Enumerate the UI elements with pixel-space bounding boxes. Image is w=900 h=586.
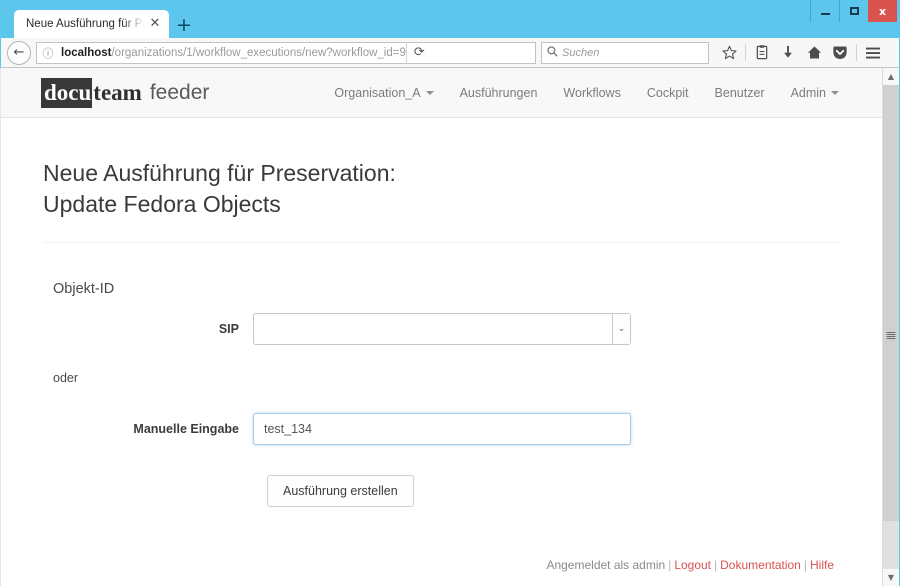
pocket-icon[interactable]: [828, 41, 852, 65]
toolbar-icons: [717, 41, 885, 65]
scrollbar-grip-icon: [887, 332, 896, 339]
brand-part-team: team: [92, 80, 142, 106]
browser-toolbar: ← ⓘ localhost/organizations/1/workflow_e…: [1, 38, 899, 68]
title-bar: x Neue Ausführung für Preservatio ✕ +: [0, 0, 900, 38]
execution-form: Objekt-ID SIP ⌄ oder Manuelle Eingabe t: [43, 281, 840, 507]
logged-in-text: Angemeldet als admin: [546, 558, 665, 572]
or-row: oder: [53, 353, 840, 405]
manual-input-row: Manuelle Eingabe test_134: [53, 413, 840, 445]
downloads-icon[interactable]: [776, 41, 800, 65]
footer-sep-2: |: [711, 558, 720, 572]
window-controls: x: [810, 0, 897, 22]
nav-item-benutzer[interactable]: Benutzer: [702, 78, 778, 108]
brand-part-feeder: feeder: [142, 81, 210, 105]
submit-row: Ausführung erstellen: [53, 475, 840, 507]
close-icon[interactable]: ✕: [147, 16, 163, 32]
url-host: localhost: [61, 47, 111, 59]
toolbar-divider: [745, 44, 746, 61]
sip-select[interactable]: ⌄: [253, 313, 631, 345]
brand-logo[interactable]: docuteamfeeder: [41, 78, 209, 108]
tab-strip: Neue Ausführung für Preservatio ✕ +: [14, 10, 199, 38]
vertical-scrollbar[interactable]: ▲ ▼: [882, 68, 899, 586]
logout-link[interactable]: Logout: [674, 558, 711, 572]
sip-row: SIP ⌄: [53, 313, 840, 345]
chevron-down-icon-select[interactable]: ⌄: [612, 314, 630, 344]
sip-label: SIP: [53, 322, 253, 336]
footer-sep-3: |: [801, 558, 810, 572]
browser-window: x Neue Ausführung für Preservatio ✕ + ← …: [0, 0, 900, 586]
brand-part-docu: docu: [41, 78, 92, 108]
manual-input-field[interactable]: test_134: [253, 413, 631, 445]
manual-input-label: Manuelle Eingabe: [53, 422, 253, 436]
title-divider: [43, 242, 840, 243]
address-bar[interactable]: ⓘ localhost/organizations/1/workflow_exe…: [36, 42, 536, 64]
chevron-down-icon: [426, 91, 434, 95]
search-input[interactable]: Suchen: [562, 47, 599, 59]
help-link[interactable]: Hilfe: [810, 558, 834, 572]
site-navigation: Organisation_A Ausführungen Workflows Co…: [321, 78, 852, 108]
site-header: docuteamfeeder Organisation_A Ausführung…: [1, 68, 882, 118]
minimize-button[interactable]: [810, 0, 839, 22]
scrollbar-track[interactable]: [883, 85, 899, 569]
toolbar-divider-2: [856, 44, 857, 61]
nav-item-workflows[interactable]: Workflows: [550, 78, 633, 108]
nav-item-admin[interactable]: Admin: [778, 78, 852, 108]
documentation-link[interactable]: Dokumentation: [720, 558, 801, 572]
info-icon[interactable]: ⓘ: [37, 45, 59, 61]
reload-icon[interactable]: ⟳: [406, 42, 432, 64]
scroll-down-icon[interactable]: ▼: [883, 569, 899, 586]
nav-item-cockpit[interactable]: Cockpit: [634, 78, 702, 108]
maximize-button[interactable]: [839, 0, 868, 22]
search-bar[interactable]: Suchen: [541, 42, 709, 64]
page-viewport: docuteamfeeder Organisation_A Ausführung…: [0, 68, 899, 586]
url-path: /organizations/1/workflow_executions/new…: [111, 47, 405, 59]
nav-item-ausfuehrungen[interactable]: Ausführungen: [447, 78, 551, 108]
nav-item-organisation[interactable]: Organisation_A: [321, 78, 446, 108]
nav-label-admin: Admin: [791, 86, 826, 100]
nav-label-organisation: Organisation_A: [334, 86, 420, 100]
page-title: Neue Ausführung für Preservation: Update…: [43, 158, 840, 242]
or-text: oder: [53, 371, 78, 385]
footer-sep-1: |: [665, 558, 674, 572]
page-content: Neue Ausführung für Preservation: Update…: [1, 118, 882, 586]
close-window-button[interactable]: x: [868, 0, 897, 22]
browser-tab[interactable]: Neue Ausführung für Preservatio ✕: [14, 10, 169, 38]
menu-icon[interactable]: [861, 41, 885, 65]
home-icon[interactable]: [802, 41, 826, 65]
bookmark-star-icon[interactable]: [717, 41, 741, 65]
search-icon: [542, 46, 562, 60]
sip-select-value: [254, 314, 612, 344]
form-group-label: Objekt-ID: [53, 281, 840, 297]
library-icon[interactable]: [750, 41, 774, 65]
web-page: docuteamfeeder Organisation_A Ausführung…: [1, 68, 882, 586]
new-tab-button[interactable]: +: [169, 12, 199, 38]
chevron-down-icon-admin: [831, 91, 839, 95]
scroll-up-icon[interactable]: ▲: [883, 68, 899, 85]
site-footer: Angemeldet als admin|Logout|Dokumentatio…: [43, 558, 840, 586]
back-button[interactable]: ←: [7, 41, 31, 65]
create-execution-button[interactable]: Ausführung erstellen: [267, 475, 414, 507]
scrollbar-thumb[interactable]: [883, 85, 899, 521]
url-text: localhost/organizations/1/workflow_execu…: [59, 47, 406, 59]
tab-title: Neue Ausführung für Preservatio: [26, 18, 144, 30]
